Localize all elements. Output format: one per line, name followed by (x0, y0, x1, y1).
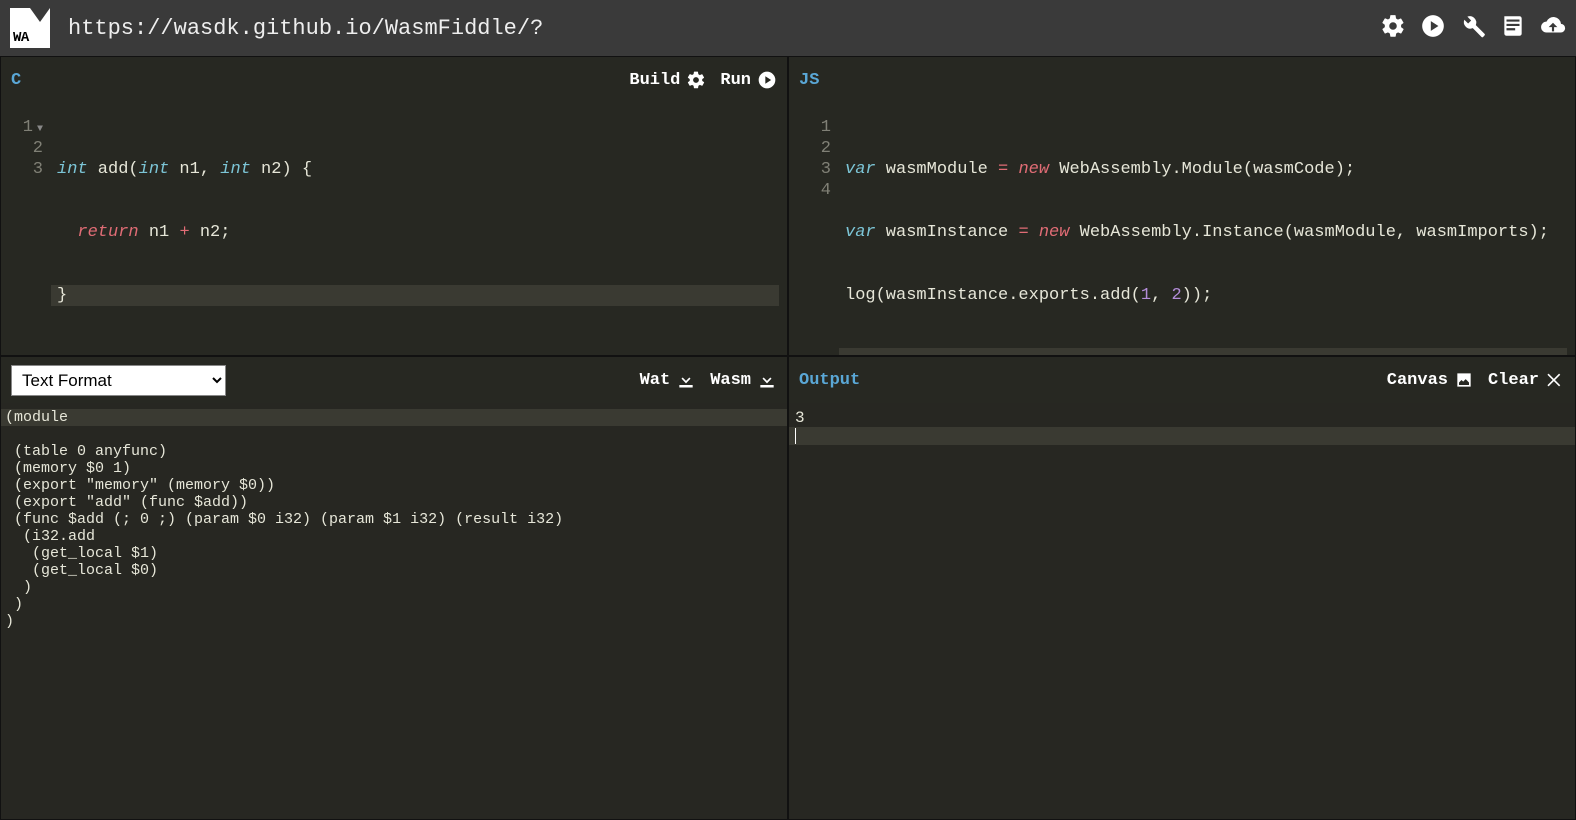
cloud-upload-icon[interactable] (1540, 13, 1566, 44)
logo-text: WA (10, 30, 50, 48)
url-text: https://wasdk.github.io/WasmFiddle/? (68, 16, 1380, 41)
fold-icon[interactable]: ▼ (37, 124, 43, 135)
js-editor[interactable]: 1 2 3 4 var wasmModule = new WebAssembly… (789, 103, 1575, 355)
gear-icon[interactable] (1380, 13, 1406, 44)
output-panel-header: Output Canvas Clear (789, 357, 1575, 403)
book-icon[interactable] (1500, 13, 1526, 44)
download-icon (676, 370, 696, 390)
cursor-icon (795, 428, 796, 444)
format-select[interactable]: Text Format (11, 365, 226, 396)
js-code[interactable]: var wasmModule = new WebAssembly.Module(… (839, 103, 1575, 355)
c-panel-title: C (11, 71, 21, 90)
js-panel-title: JS (799, 71, 819, 90)
build-label: Build (629, 71, 680, 90)
c-panel: C Build Run 1▼ 2 3 int add(int n1, int n… (0, 56, 788, 356)
canvas-button[interactable]: Canvas (1387, 370, 1474, 390)
download-wasm-button[interactable]: Wasm (710, 370, 777, 390)
output-panel: Output Canvas Clear 3 (788, 356, 1576, 820)
c-editor[interactable]: 1▼ 2 3 int add(int n1, int n2) { return … (1, 103, 787, 355)
js-gutter: 1 2 3 4 (789, 103, 839, 355)
c-code[interactable]: int add(int n1, int n2) { return n1 + n2… (51, 103, 787, 355)
wasm-label: Wasm (710, 371, 751, 390)
download-icon (757, 370, 777, 390)
wat-label: Wat (640, 371, 671, 390)
clear-label: Clear (1488, 371, 1539, 390)
wat-panel: Text Format Wat Wasm (module (table 0 an… (0, 356, 788, 820)
run-button[interactable]: Run (720, 70, 777, 90)
play-circle-icon[interactable] (1420, 13, 1446, 44)
console-output[interactable]: 3 (789, 403, 1575, 819)
canvas-label: Canvas (1387, 371, 1448, 390)
wat-output[interactable]: (module (table 0 anyfunc) (memory $0 1) … (1, 403, 787, 819)
clear-button[interactable]: Clear (1488, 370, 1565, 390)
js-panel: JS 1 2 3 4 var wasmModule = new WebAssem… (788, 56, 1576, 356)
download-wat-button[interactable]: Wat (640, 370, 697, 390)
gear-icon (686, 70, 706, 90)
build-button[interactable]: Build (629, 70, 706, 90)
topbar-icons (1380, 13, 1566, 44)
c-gutter: 1▼ 2 3 (1, 103, 51, 355)
c-panel-header: C Build Run (1, 57, 787, 103)
wrench-icon[interactable] (1460, 13, 1486, 44)
image-icon (1454, 370, 1474, 390)
js-panel-header: JS (789, 57, 1575, 103)
topbar: WA https://wasdk.github.io/WasmFiddle/? (0, 0, 1576, 56)
wat-panel-header: Text Format Wat Wasm (1, 357, 787, 403)
close-icon (1545, 370, 1565, 390)
output-panel-title: Output (799, 371, 860, 390)
panels-grid: C Build Run 1▼ 2 3 int add(int n1, int n… (0, 56, 1576, 820)
play-circle-icon (757, 70, 777, 90)
output-line: 3 (795, 409, 1575, 427)
run-label: Run (720, 71, 751, 90)
wasm-logo: WA (10, 8, 50, 48)
